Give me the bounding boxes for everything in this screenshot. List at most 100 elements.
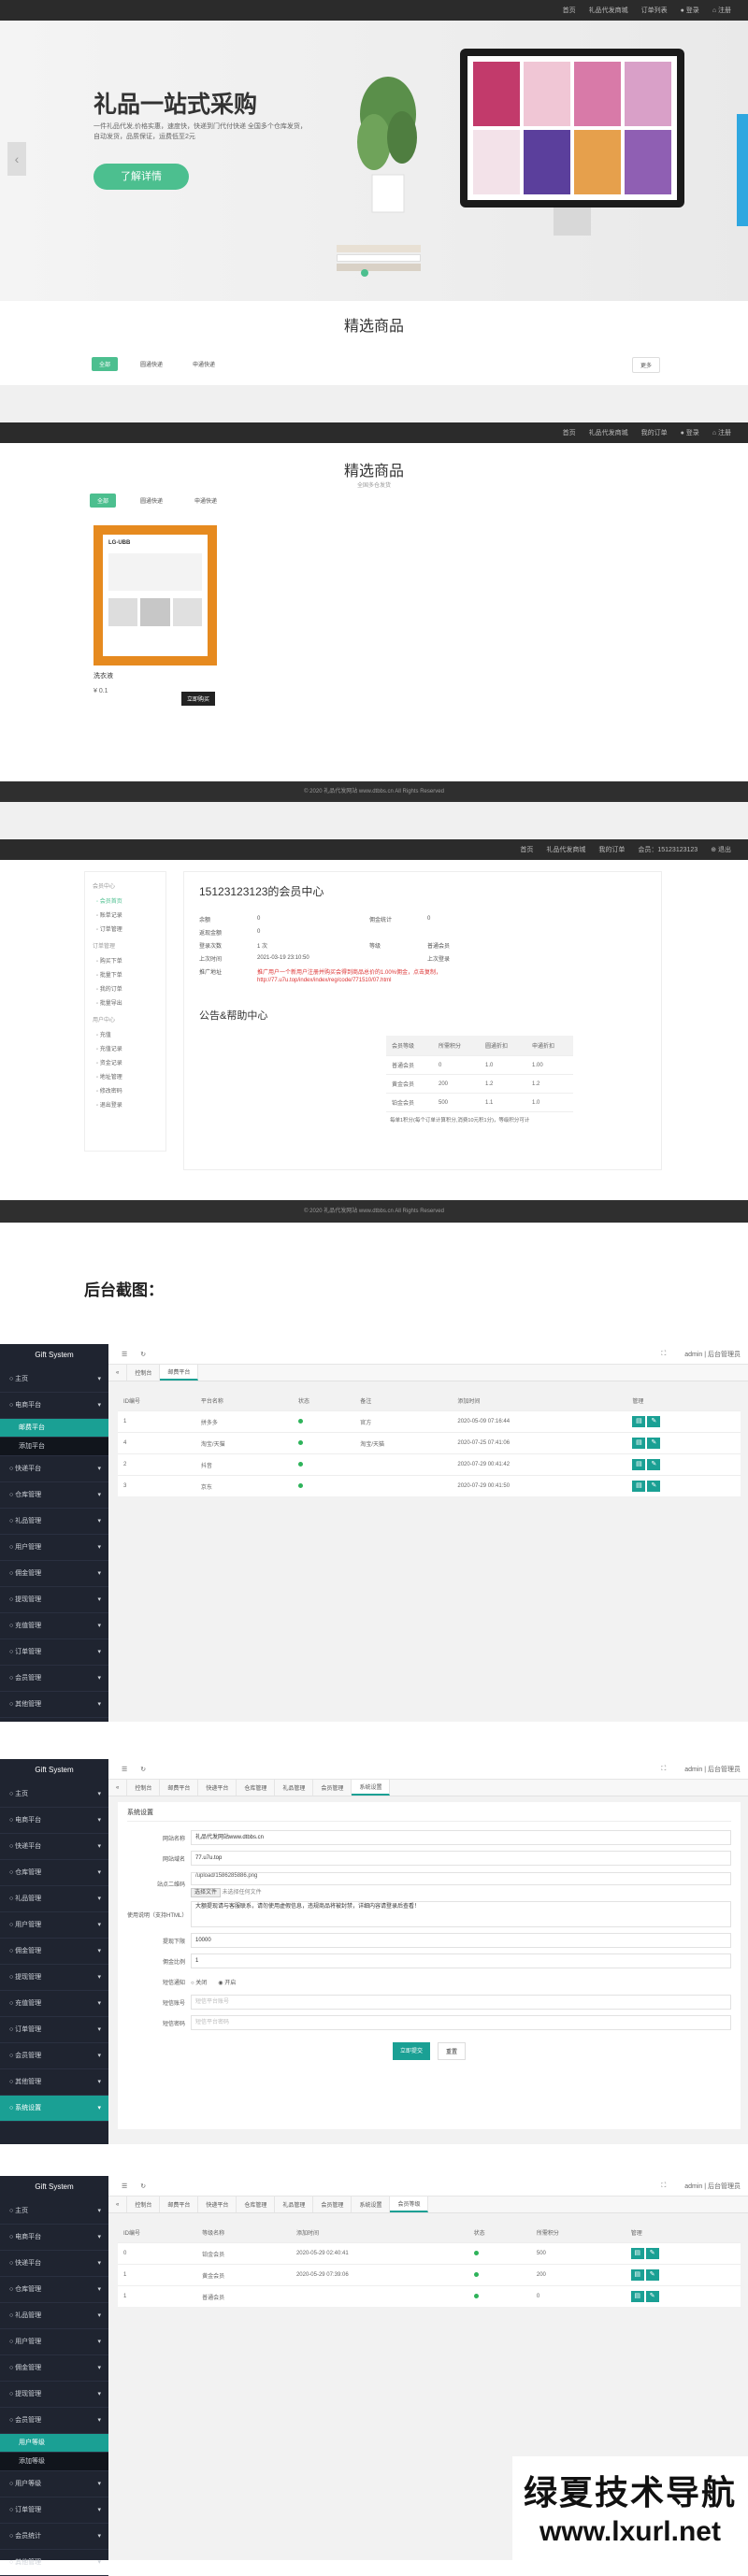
tab-item[interactable]: 快递平台: [198, 1780, 237, 1796]
tab-prev-icon[interactable]: «: [108, 1365, 128, 1381]
sidebar-item[interactable]: ◦ 充值记录: [93, 1041, 158, 1055]
admin-user[interactable]: admin | 后台管理员: [684, 2182, 741, 2191]
tab-item[interactable]: 控制台: [127, 1780, 161, 1796]
hero-details-button[interactable]: 了解详情: [94, 164, 189, 190]
tab-item[interactable]: 仓库管理: [237, 2197, 276, 2212]
sidebar-menu-item[interactable]: ○ 仓库管理 ▾: [0, 1860, 108, 1886]
edit-button[interactable]: ▤: [630, 2291, 644, 2302]
form-input[interactable]: 10000: [191, 1933, 731, 1948]
sidebar-menu-item[interactable]: ○ 充值管理 ▾: [0, 1991, 108, 2017]
edit-button[interactable]: ▤: [632, 1438, 646, 1449]
tab-item[interactable]: 快递平台: [198, 2197, 237, 2212]
sidebar-item[interactable]: ◦ 会员首页: [93, 894, 158, 908]
delete-button[interactable]: ✎: [645, 2269, 659, 2281]
buy-now-button[interactable]: 立即购买: [181, 692, 216, 706]
tab-sto[interactable]: 申通快递: [185, 357, 223, 371]
tab-item[interactable]: 邮费平台: [160, 1780, 199, 1796]
sidebar-menu-item[interactable]: ○ 会员统计 ▾: [0, 2524, 108, 2550]
nav-register[interactable]: ⌂ 注册: [712, 6, 731, 15]
nav-home[interactable]: 首页: [563, 6, 576, 15]
tab-all[interactable]: 全部: [90, 494, 117, 508]
admin-user[interactable]: admin | 后台管理员: [684, 1765, 741, 1774]
admin-user[interactable]: admin | 后台管理员: [684, 1350, 741, 1359]
delete-button[interactable]: ✎: [647, 1416, 661, 1427]
sidebar-menu-item[interactable]: ○ 其他管理 ▾: [0, 2550, 108, 2576]
delete-button[interactable]: ✎: [647, 1481, 661, 1492]
banner-prev-arrow[interactable]: ‹: [7, 142, 26, 176]
nav-my-orders[interactable]: 我的订单: [598, 845, 625, 854]
sidebar-menu-item[interactable]: ○ 佣金管理 ▾: [0, 2355, 108, 2382]
sidebar-item[interactable]: ◦ 充值: [93, 1027, 158, 1041]
tab-yto[interactable]: 圆通快递: [133, 357, 170, 371]
menu-toggle-icon[interactable]: ☰: [122, 2182, 127, 2190]
sidebar-menu-item[interactable]: ○ 佣金管理 ▾: [0, 1561, 108, 1587]
sidebar-submenu-item[interactable]: 用户等级: [0, 2434, 108, 2453]
tab-item[interactable]: 系统设置: [352, 1780, 391, 1796]
sidebar-item[interactable]: ◦ 修改密码: [93, 1083, 158, 1097]
radio-off[interactable]: ○ 关闭: [191, 1978, 207, 1986]
delete-button[interactable]: ✎: [647, 1459, 661, 1470]
delete-button[interactable]: ✎: [645, 2248, 659, 2259]
tab-item[interactable]: 控制台: [127, 1365, 161, 1381]
sidebar-submenu-item[interactable]: 添加等级: [0, 2453, 108, 2471]
nav-shop[interactable]: 礼品代发商城: [589, 428, 628, 437]
sidebar-item[interactable]: ◦ 批量下单: [93, 967, 158, 981]
sidebar-menu-item[interactable]: ○ 会员管理 ▾: [0, 1666, 108, 1692]
sidebar-menu-item[interactable]: ○ 佣金管理 ▾: [0, 1939, 108, 1965]
sidebar-item[interactable]: ◦ 账单记录: [93, 908, 158, 922]
sidebar-menu-item[interactable]: ○ 充值管理 ▾: [0, 1613, 108, 1639]
tab-item[interactable]: 系统设置: [352, 2197, 391, 2212]
nav-my-orders[interactable]: 我的订单: [641, 428, 668, 437]
tab-item[interactable]: 邮费平台: [160, 1365, 199, 1381]
refresh-icon[interactable]: ↻: [140, 2182, 146, 2190]
radio-on[interactable]: ◉ 开启: [218, 1978, 236, 1986]
fullscreen-icon[interactable]: ⛶: [661, 2182, 666, 2190]
sidebar-item[interactable]: ◦ 订单管理: [93, 922, 158, 936]
sidebar-menu-item[interactable]: ○ 提现管理 ▾: [0, 2382, 108, 2408]
nav-home[interactable]: 首页: [520, 845, 533, 854]
sidebar-menu-item[interactable]: ○ 其他管理 ▾: [0, 1692, 108, 1718]
form-input[interactable]: 1: [191, 1953, 731, 1968]
sidebar-submenu-item[interactable]: 添加平台: [0, 1438, 108, 1456]
product-card[interactable]: LG-UBB 洗衣液 ¥ 0.1 立即购买: [94, 525, 217, 712]
submit-button[interactable]: 立即提交: [392, 2042, 430, 2060]
qrcode-path-input[interactable]: /upload/1586285886.png: [191, 1871, 731, 1885]
sidebar-menu-item[interactable]: ○ 礼品管理 ▾: [0, 1886, 108, 1912]
sidebar-item[interactable]: ◦ 地址管理: [93, 1069, 158, 1083]
side-float-tab[interactable]: [737, 114, 748, 226]
sidebar-menu-item[interactable]: ○ 快递平台 ▾: [0, 2251, 108, 2277]
tab-item[interactable]: 控制台: [127, 2197, 161, 2212]
nav-login[interactable]: ● 登录: [681, 6, 699, 15]
tab-item[interactable]: 会员管理: [313, 2197, 352, 2212]
sidebar-menu-item[interactable]: ○ 礼品管理 ▾: [0, 2303, 108, 2329]
sidebar-menu-item[interactable]: ○ 电商平台 ▾: [0, 2225, 108, 2251]
sidebar-menu-item[interactable]: ○ 主页 ▾: [0, 2198, 108, 2225]
sidebar-menu-item[interactable]: ○ 用户等级 ▾: [0, 2471, 108, 2497]
refresh-icon[interactable]: ↻: [140, 1351, 146, 1358]
fullscreen-icon[interactable]: ⛶: [661, 1766, 666, 1773]
sidebar-submenu-item[interactable]: 邮费平台: [0, 1419, 108, 1438]
form-input[interactable]: 礼品代发网站www.dtbbs.cn: [191, 1830, 731, 1845]
tab-yto[interactable]: 圆通快递: [133, 494, 170, 508]
nav-home[interactable]: 首页: [563, 428, 576, 437]
sidebar-menu-item[interactable]: ○ 订单管理 ▾: [0, 1639, 108, 1666]
sidebar-item[interactable]: ◦ 退出登录: [93, 1097, 158, 1111]
tab-item[interactable]: 礼品管理: [275, 1780, 314, 1796]
sidebar-menu-item[interactable]: ○ 提现管理 ▾: [0, 1587, 108, 1613]
sidebar-menu-item[interactable]: ○ 仓库管理 ▾: [0, 2277, 108, 2303]
edit-button[interactable]: ▤: [630, 2248, 644, 2259]
tab-prev-icon[interactable]: «: [108, 1780, 128, 1796]
menu-toggle-icon[interactable]: ☰: [122, 1351, 127, 1358]
sidebar-menu-item[interactable]: ○ 其他管理 ▾: [0, 2069, 108, 2096]
sidebar-item[interactable]: ◦ 资金记录: [93, 1055, 158, 1069]
sidebar-menu-item[interactable]: ○ 用户管理 ▾: [0, 2329, 108, 2355]
nav-shop[interactable]: 礼品代发商城: [546, 845, 585, 854]
edit-button[interactable]: ▤: [632, 1481, 646, 1492]
sidebar-item[interactable]: ◦ 我的订单: [93, 981, 158, 995]
tab-item[interactable]: 会员等级: [390, 2197, 429, 2212]
sidebar-item[interactable]: ◦ 批量导出: [93, 995, 158, 1009]
tab-item[interactable]: 礼品管理: [275, 2197, 314, 2212]
sidebar-menu-item[interactable]: ○ 快递平台 ▾: [0, 1834, 108, 1860]
tab-sto[interactable]: 申通快递: [187, 494, 224, 508]
edit-button[interactable]: ▤: [630, 2269, 644, 2281]
